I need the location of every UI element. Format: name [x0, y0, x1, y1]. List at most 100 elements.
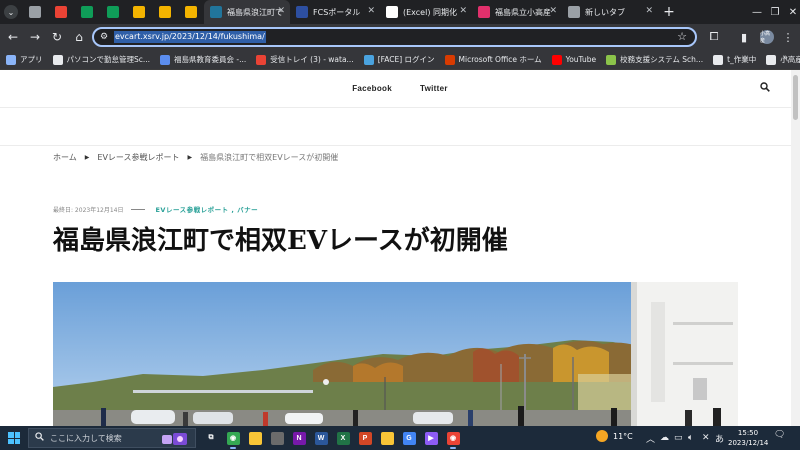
chrome-icon: ◉: [446, 431, 460, 445]
file-explorer-icon: [248, 431, 262, 445]
cloud-icon[interactable]: ☁: [660, 426, 669, 450]
taskbar-app[interactable]: W: [310, 426, 332, 450]
notification-icon[interactable]: 🗨︎: [774, 430, 785, 440]
close-tab-icon[interactable]: ✕: [277, 6, 285, 16]
taskbar-app[interactable]: [244, 426, 266, 450]
show-hidden-icons-button[interactable]: ︿: [646, 426, 655, 450]
forward-button[interactable]: →: [24, 24, 46, 50]
taskbar-app[interactable]: ◉: [442, 426, 464, 450]
bookmark-item[interactable]: YouTube: [551, 54, 597, 65]
face-icon: [363, 54, 374, 65]
post-categories[interactable]: EVレース参戦レポート , バナー: [155, 204, 258, 214]
taskbar-app[interactable]: G: [398, 426, 420, 450]
close-window-button[interactable]: ✕: [778, 0, 800, 24]
globe-icon: [29, 6, 41, 18]
pinned-tab[interactable]: [152, 0, 178, 24]
bookmarks-bar: アプリ パソコンで勤怠管理Sc... 福島県教育委員会 -... 受信トレイ (3) …: [0, 50, 800, 70]
ime-indicator[interactable]: あ: [715, 426, 724, 450]
chrome-icon: ◉: [226, 431, 240, 445]
pinned-tab[interactable]: [178, 0, 204, 24]
taskbar-app[interactable]: [376, 426, 398, 450]
scrollbar-thumb[interactable]: [793, 75, 798, 120]
pinned-tab[interactable]: [126, 0, 152, 24]
bookmarks-overflow-icon[interactable]: »: [782, 53, 788, 63]
back-button[interactable]: ←: [2, 24, 24, 50]
reload-icon: ↻: [51, 30, 63, 44]
new-tab-button[interactable]: +: [658, 4, 680, 20]
close-tab-icon[interactable]: ✕: [367, 6, 375, 16]
pinned-tab[interactable]: [100, 0, 126, 24]
page-title: 福島県浪江町で相双EVレースが初開催: [53, 226, 508, 256]
weather-widget[interactable]: 11°C: [596, 430, 633, 442]
browser-tab[interactable]: 福島県立小高産 ✕: [472, 0, 562, 24]
extensions-icon[interactable]: ⧠: [703, 24, 725, 50]
url-text[interactable]: evcart.xsrv.jp/2023/12/14/fukushima/: [114, 31, 266, 43]
bookmark-item[interactable]: Microsoft Office ホーム: [444, 54, 542, 65]
instagram-icon: [478, 6, 490, 18]
start-button[interactable]: [0, 426, 28, 450]
speaker-icon[interactable]: 🔈︎: [688, 426, 693, 450]
address-bar[interactable]: ⚙ evcart.xsrv.jp/2023/12/14/fukushima/ ☆: [92, 27, 697, 47]
taskbar-app[interactable]: P: [354, 426, 376, 450]
bookmark-star-icon[interactable]: ☆: [677, 30, 687, 43]
bookmark-label: t_作業中: [727, 55, 757, 64]
fcs-icon: [296, 6, 308, 18]
taskbar-app[interactable]: [266, 426, 288, 450]
bookmark-item[interactable]: 受信トレイ (3) - wata...: [256, 54, 354, 65]
side-panel-icon[interactable]: ▮: [733, 24, 755, 50]
school-icon: [606, 54, 617, 65]
bookmark-label: アプリ: [20, 55, 43, 64]
profile-button[interactable]: 小高産: [756, 24, 778, 50]
bookmark-item[interactable]: 校務支援システム Sch...: [606, 54, 703, 65]
breadcrumb-home[interactable]: ホーム: [53, 152, 77, 163]
bookmark-label: Microsoft Office ホーム: [458, 55, 542, 64]
nav-link-twitter[interactable]: Twitter: [420, 84, 448, 93]
folder-icon: [713, 54, 724, 65]
home-button[interactable]: ⌂: [68, 24, 90, 50]
temperature: 11°C: [613, 431, 633, 441]
folder-icon: [766, 54, 777, 65]
web-page: Facebook Twitter ホーム ▶ EVレース参戦レポート ▶ 福島県…: [0, 70, 800, 426]
bookmark-label: YouTube: [565, 55, 597, 64]
browser-menu-icon[interactable]: ⋮: [777, 24, 799, 50]
nav-link-facebook[interactable]: Facebook: [352, 84, 392, 93]
tab-title: FCSポータル: [313, 7, 361, 17]
tab-search-button[interactable]: ⌄: [0, 0, 22, 24]
system-clock[interactable]: 15:50 2023/12/14: [728, 428, 768, 448]
close-tab-icon[interactable]: ✕: [459, 6, 467, 16]
taskbar-app[interactable]: ⧉: [200, 426, 222, 450]
bookmark-item[interactable]: 福島県教育委員会 -...: [160, 54, 246, 65]
browser-tab[interactable]: 福島県浪江町で ✕: [204, 0, 290, 24]
close-tab-icon[interactable]: ✕: [645, 6, 653, 16]
reload-button[interactable]: ↻: [46, 24, 68, 50]
bookmark-label: 校務支援システム Sch...: [620, 55, 704, 64]
onenote-icon: N: [292, 431, 306, 445]
pinned-tab[interactable]: [74, 0, 100, 24]
taskbar-search[interactable]: ここに入力して検索: [28, 428, 196, 448]
taskbar-app[interactable]: ▶: [420, 426, 442, 450]
bookmark-item[interactable]: [FACE] ログイン: [363, 54, 435, 65]
browser-tab[interactable]: FCSポータル ✕: [290, 0, 380, 24]
taskbar-app[interactable]: X: [332, 426, 354, 450]
pinned-tab[interactable]: [22, 0, 48, 24]
taskbar-app[interactable]: N: [288, 426, 310, 450]
bookmark-item[interactable]: パソコンで勤怠管理Sc...: [52, 54, 150, 65]
close-tab-icon[interactable]: ✕: [549, 6, 557, 16]
volume-mute-icon[interactable]: ✕: [702, 426, 710, 450]
network-icon[interactable]: ▭: [674, 426, 683, 450]
bookmark-item[interactable]: アプリ: [6, 54, 43, 65]
header-band: [0, 108, 800, 146]
browser-tab[interactable]: (Excel) 同期化 ✕: [380, 0, 472, 24]
bookmark-item[interactable]: t_作業中: [713, 54, 756, 65]
clock-time: 15:50: [737, 429, 759, 437]
page-scrollbar[interactable]: [791, 70, 800, 426]
browser-tab[interactable]: 新しいタブ ✕: [562, 0, 658, 24]
breadcrumb-category[interactable]: EVレース参戦レポート: [97, 152, 179, 163]
search-icon[interactable]: [760, 82, 770, 95]
taskbar-app[interactable]: ◉: [222, 426, 244, 450]
hero-photo: [53, 282, 738, 426]
browser-toolbar: ← → ↻ ⌂ ⚙ evcart.xsrv.jp/2023/12/14/fuku…: [0, 24, 800, 50]
pinned-tab[interactable]: [48, 0, 74, 24]
chevron-down-icon: ⌄: [4, 5, 18, 19]
site-info-icon[interactable]: ⚙: [94, 32, 114, 42]
